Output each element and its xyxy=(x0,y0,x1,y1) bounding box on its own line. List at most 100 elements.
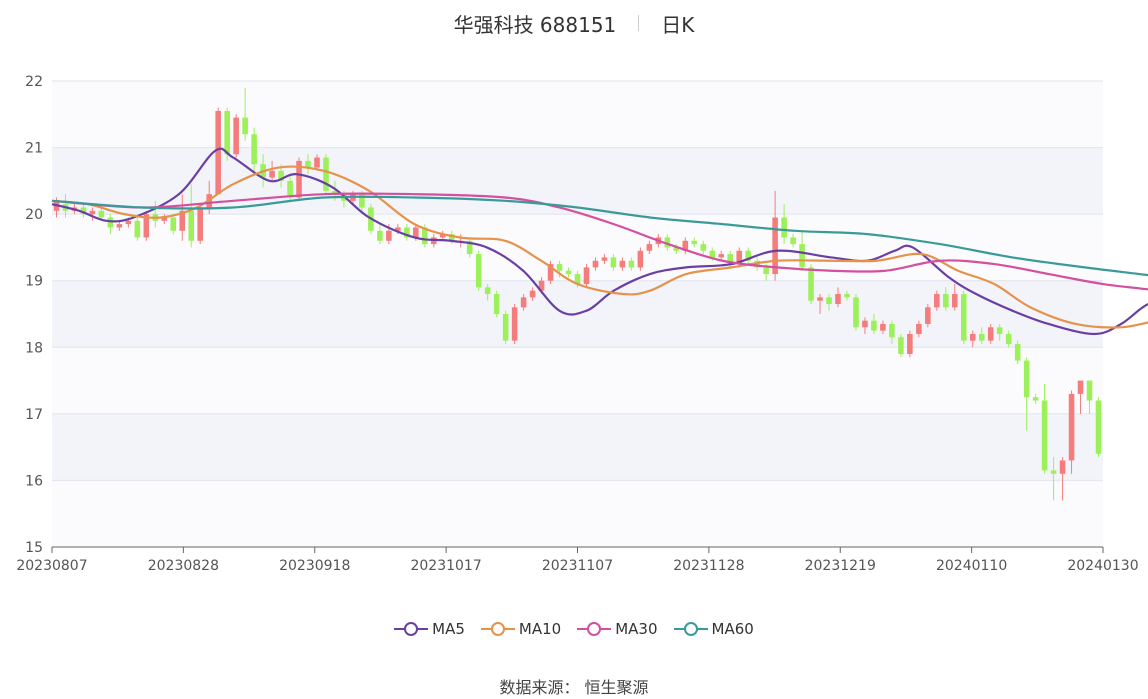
x-tick-label: 20230828 xyxy=(148,558,219,574)
candle-body xyxy=(799,244,805,268)
candle-body xyxy=(170,217,177,231)
candle-body xyxy=(763,267,769,275)
x-tick-label: 20230918 xyxy=(279,558,350,574)
candle-body xyxy=(853,297,859,328)
candle-body xyxy=(242,117,248,135)
candle-body xyxy=(637,250,644,268)
candle-body xyxy=(907,333,913,354)
candle-body xyxy=(1041,400,1048,471)
candle-body xyxy=(215,110,221,195)
legend-label: MA10 xyxy=(518,620,562,638)
candle-body xyxy=(969,333,976,341)
candle-body xyxy=(484,287,491,295)
x-tick-label: 20231017 xyxy=(410,558,481,574)
candle-body xyxy=(808,267,814,301)
candle-body xyxy=(916,323,922,334)
candle-body xyxy=(960,294,967,341)
candle-body xyxy=(772,217,778,275)
candle-body xyxy=(269,170,275,178)
x-tick-label: 20240130 xyxy=(1067,558,1138,574)
candle-body xyxy=(511,307,518,341)
candle-body xyxy=(377,230,383,241)
candle-body xyxy=(107,217,114,228)
x-tick-label: 20231128 xyxy=(673,558,744,574)
candle-body xyxy=(934,294,940,308)
candle-body xyxy=(251,134,257,165)
candle-body xyxy=(556,264,563,271)
candle-body xyxy=(98,210,105,218)
candle-body xyxy=(224,110,230,155)
candle-body xyxy=(529,290,536,298)
grid-band xyxy=(52,81,1103,148)
candle-body xyxy=(413,227,419,238)
candle-body xyxy=(188,210,195,241)
y-tick-label: 20 xyxy=(25,207,43,223)
legend: MA5 MA10 MA30 MA60 xyxy=(0,620,1148,638)
candle-body xyxy=(996,327,1003,334)
candle-body xyxy=(951,294,958,308)
candle-body xyxy=(520,297,527,308)
y-tick-label: 17 xyxy=(25,407,43,423)
legend-marker-icon xyxy=(480,622,515,636)
y-tick-label: 16 xyxy=(25,473,43,489)
candle-body xyxy=(709,250,716,258)
candle-body xyxy=(1077,380,1084,394)
candle-body xyxy=(1068,393,1075,461)
candle-body xyxy=(233,117,239,155)
candle-body xyxy=(987,327,994,341)
candle-body xyxy=(197,207,204,241)
candle-body xyxy=(592,260,599,268)
legend-item-ma5[interactable]: MA5 xyxy=(394,620,465,638)
grid-band xyxy=(52,480,1103,547)
x-tick-label: 20230807 xyxy=(16,558,87,574)
x-tick-label: 20240110 xyxy=(936,558,1007,574)
legend-label: MA60 xyxy=(711,620,754,638)
candle-body xyxy=(134,220,141,238)
legend-item-ma10[interactable]: MA10 xyxy=(480,620,562,638)
candle-body xyxy=(817,297,823,301)
candle-body xyxy=(844,294,850,298)
candle-body xyxy=(386,230,392,241)
candle-body xyxy=(790,237,796,245)
candle-body xyxy=(718,254,725,258)
candle-body xyxy=(502,314,509,341)
candle-body xyxy=(89,210,96,215)
candle-body xyxy=(826,297,832,305)
candle-body xyxy=(565,270,572,275)
y-tick-label: 22 xyxy=(25,74,43,90)
candle-body xyxy=(628,260,635,268)
candle-body xyxy=(862,320,868,328)
legend-marker-icon xyxy=(577,622,612,636)
candle-body xyxy=(1086,380,1093,401)
candle-body xyxy=(125,220,132,225)
y-tick-label: 21 xyxy=(25,141,43,157)
legend-item-ma30[interactable]: MA30 xyxy=(577,620,658,638)
candle-body xyxy=(1023,360,1030,398)
x-tick-label: 20231219 xyxy=(805,558,876,574)
candle-body xyxy=(691,240,698,245)
candle-body xyxy=(978,333,985,341)
candlestick-chart: 15 16 17 18 19 20 21 22 20230807 20230828 20230918… xyxy=(16,74,1148,574)
candle-body xyxy=(700,244,707,251)
candle-body xyxy=(1050,470,1057,474)
y-tick-label: 15 xyxy=(25,540,43,556)
candle-body xyxy=(1005,333,1012,344)
y-tick-label: 18 xyxy=(25,340,43,356)
grid-band xyxy=(52,413,1103,481)
candle-body xyxy=(1059,460,1066,474)
candle-body xyxy=(646,244,653,251)
candle-body xyxy=(314,157,320,168)
legend-marker-icon xyxy=(394,622,429,636)
candle-body xyxy=(583,267,590,285)
candle-body xyxy=(880,323,886,331)
y-tick-label: 19 xyxy=(25,274,43,290)
candle-body xyxy=(610,257,617,268)
candle-body xyxy=(116,224,123,228)
candle-body xyxy=(475,254,482,288)
legend-marker-icon xyxy=(673,622,708,636)
legend-item-ma60[interactable]: MA60 xyxy=(673,620,754,638)
candle-body xyxy=(781,217,787,238)
candle-body xyxy=(898,337,904,354)
candle-body xyxy=(889,323,895,338)
candle-body xyxy=(1014,343,1021,361)
